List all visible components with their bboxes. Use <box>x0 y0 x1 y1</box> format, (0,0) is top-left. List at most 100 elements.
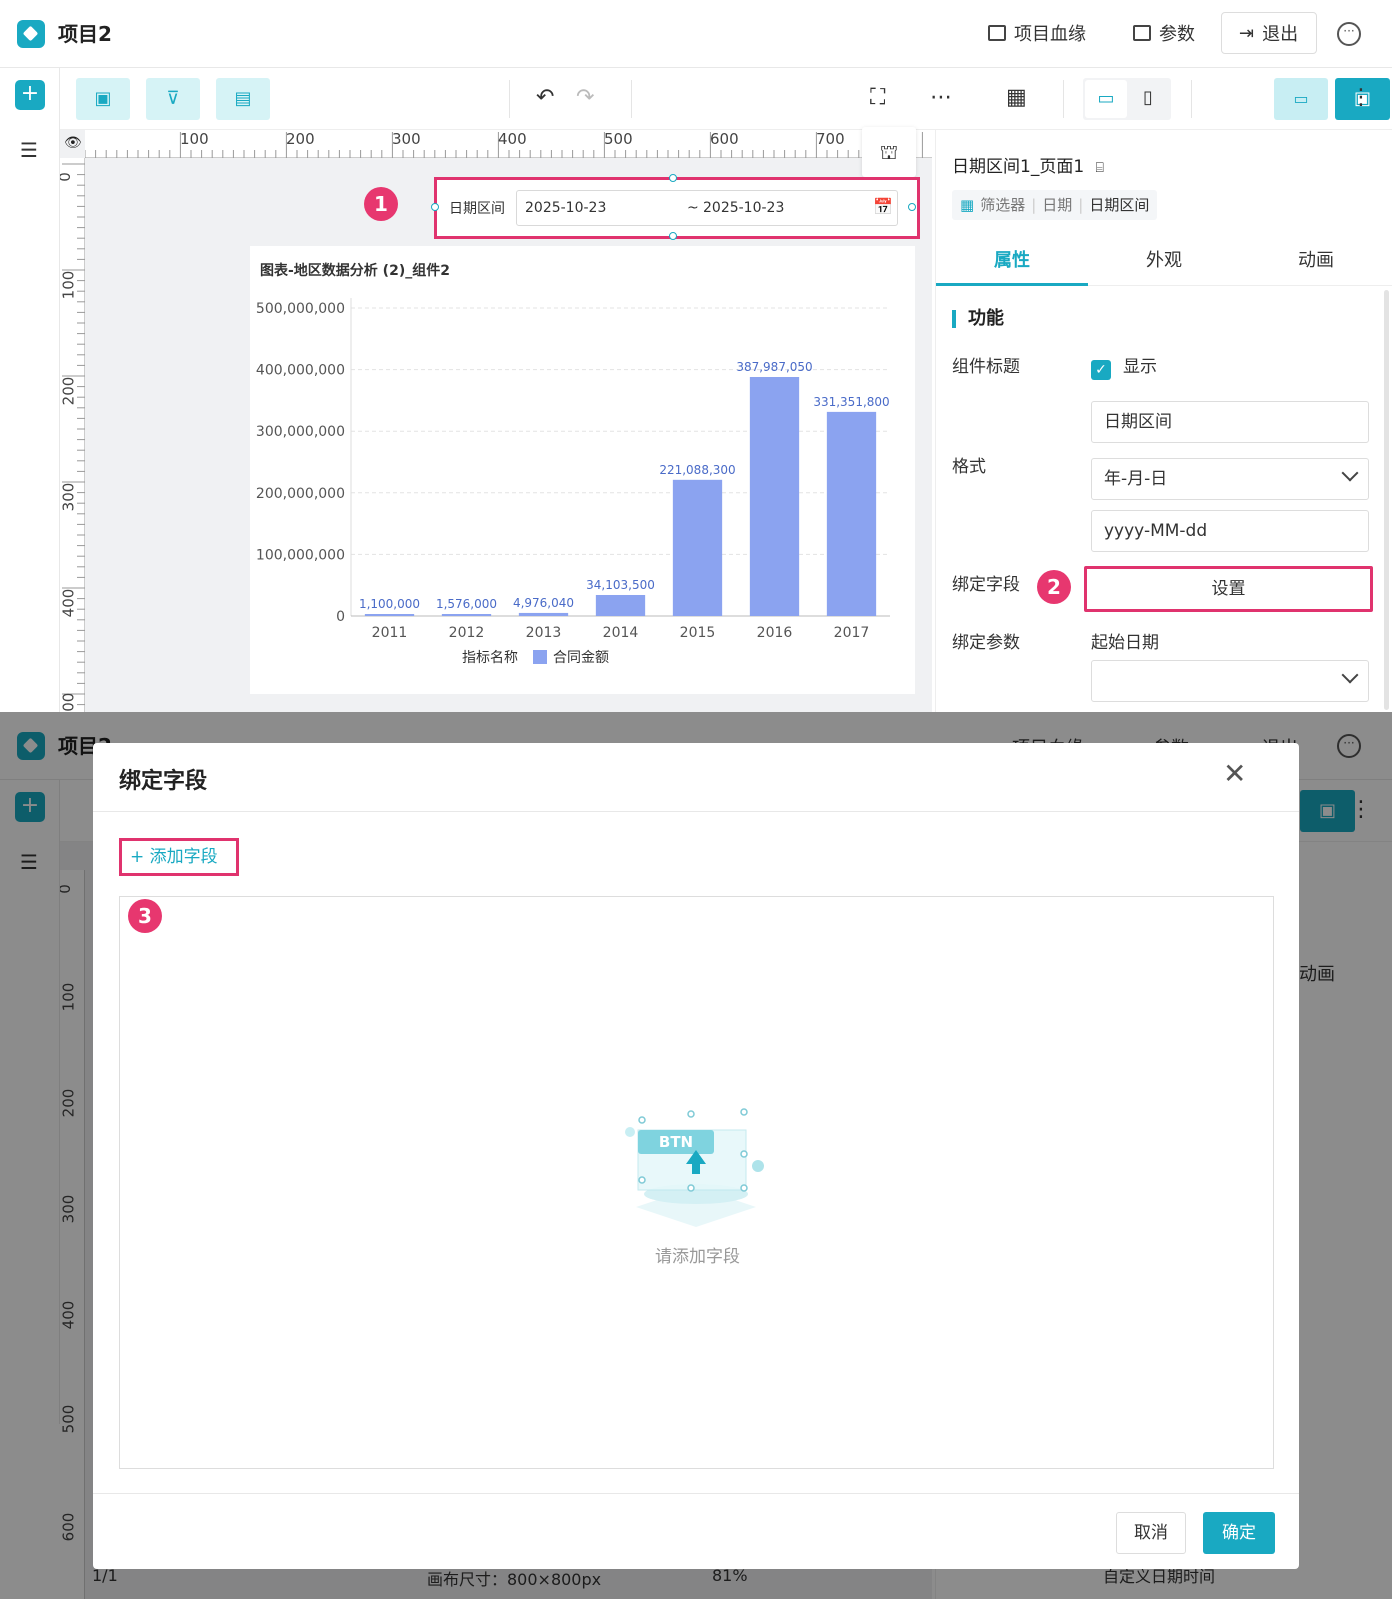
properties-panel: 日期区间1_页面1 ⌸ ▦ 筛选器 | 日期 | 日期区间 属性 外观 动画 功… <box>935 130 1392 712</box>
field-list-area: 3 BTN 请添加字段 <box>119 896 1274 1469</box>
bar-value-label: 1,100,000 <box>359 597 420 611</box>
ruler-v-ticks <box>62 163 85 706</box>
end-date-value: 2025-10-23 <box>703 200 785 216</box>
params-label: 参数 <box>1159 24 1195 45</box>
align-icon[interactable]: ⋯ <box>930 85 952 110</box>
undo-icon[interactable]: ↶ <box>536 85 554 110</box>
ruler-label: 400 <box>60 588 78 618</box>
bind-param-label: 绑定参数 <box>952 633 1020 653</box>
exit-icon: ⇥ <box>1239 22 1255 44</box>
empty-state-illustration: BTN <box>625 1108 764 1227</box>
breadcrumb-item: 日期 <box>1042 196 1073 214</box>
component-toolbox-icon[interactable]: ⛫ <box>862 127 916 177</box>
bar-value-label: 4,976,040 <box>513 596 574 610</box>
y-tick-label: 200,000,000 <box>256 486 345 502</box>
preview-icon[interactable]: ▭ <box>1274 78 1328 120</box>
start-date-label: 起始日期 <box>1091 633 1159 653</box>
start-date-param-select[interactable] <box>1091 660 1369 702</box>
x-tick-label: 2015 <box>680 625 716 641</box>
add-chart-icon[interactable]: ▣ <box>76 78 130 120</box>
properties-tabs: 属性 外观 动画 <box>936 240 1392 286</box>
component-name: 日期区间1_页面1 <box>952 157 1085 177</box>
add-field-button[interactable]: + 添加字段 <box>119 838 239 876</box>
redo-icon[interactable]: ↷ <box>576 85 594 110</box>
section-title-function: 功能 <box>952 310 1004 328</box>
step-badge-1: 1 <box>364 187 398 221</box>
tab-properties[interactable]: 属性 <box>936 240 1088 286</box>
ruler-label: 100 <box>180 130 209 148</box>
resize-handle[interactable] <box>908 203 916 211</box>
toolbar-more-icon[interactable]: ⋮ <box>1350 85 1372 110</box>
rename-icon[interactable]: ⌸ <box>1096 160 1104 176</box>
outline-list-icon[interactable]: ☰ <box>20 138 38 162</box>
panel-scrollbar[interactable] <box>1384 290 1389 710</box>
component-name-row: 日期区间1_页面1 ⌸ <box>952 152 1104 177</box>
set-bind-field-button[interactable]: 设置 <box>1084 566 1373 612</box>
bar <box>595 594 646 616</box>
top-header: 项目2 项目血缘 参数 ⇥ 退出 ··· <box>0 0 1392 68</box>
range-separator: ~ <box>687 200 699 216</box>
bar-value-label: 331,351,800 <box>813 395 889 409</box>
tab-animation[interactable]: 动画 <box>1240 240 1392 286</box>
breadcrumb-item: 日期区间 <box>1089 196 1150 214</box>
desktop-mode-icon[interactable]: ▭ <box>1085 80 1127 118</box>
x-tick-label: 2017 <box>834 625 870 641</box>
show-title-checkbox[interactable]: ✓ <box>1091 360 1111 380</box>
empty-hint: 请添加字段 <box>655 1247 740 1267</box>
lineage-button[interactable]: 项目血缘 <box>988 20 1086 46</box>
exit-button-content[interactable]: ⇥ 退出 <box>1239 20 1298 46</box>
date-range-label: 日期区间 <box>449 201 505 217</box>
dialog-footer-divider <box>93 1493 1299 1494</box>
toolbar-divider <box>1063 80 1064 118</box>
confirm-button[interactable]: 确定 <box>1203 1512 1275 1554</box>
resize-handle[interactable] <box>669 232 677 240</box>
format-select-value: 年-月-日 <box>1104 469 1168 489</box>
mobile-mode-icon[interactable]: ▯ <box>1143 87 1153 108</box>
y-tick-label: 0 <box>336 609 345 625</box>
component-title-input[interactable]: 日期区间 <box>1091 401 1369 443</box>
x-tick-label: 2012 <box>449 625 485 641</box>
legend-title: 指标名称 <box>462 650 518 666</box>
app-logo-icon <box>17 20 45 48</box>
bar-value-label: 387,987,050 <box>736 360 812 374</box>
ruler-label: 600 <box>710 130 739 148</box>
breadcrumb-sep: | <box>1078 196 1084 214</box>
bar-value-label: 221,088,300 <box>659 463 735 477</box>
bar <box>826 411 877 616</box>
ruler-label: 100 <box>60 270 78 300</box>
tab-appearance[interactable]: 外观 <box>1088 240 1240 286</box>
close-icon[interactable]: ✕ <box>1223 757 1246 790</box>
params-icon <box>1133 25 1151 41</box>
exit-label: 退出 <box>1262 24 1299 45</box>
resize-handle[interactable] <box>669 174 677 182</box>
x-tick-label: 2014 <box>603 625 639 641</box>
bar <box>518 612 569 616</box>
format-select[interactable]: 年-月-日 <box>1091 458 1369 500</box>
style-brush-icon[interactable]: ⛶ <box>870 85 885 110</box>
resize-handle[interactable] <box>431 203 439 211</box>
breadcrumb-sep: | <box>1031 196 1037 214</box>
ruler-label: 0 <box>60 172 74 182</box>
bar <box>441 614 492 616</box>
add-table-icon[interactable]: ▤ <box>216 78 270 120</box>
bar-chart-component[interactable]: 图表-地区数据分析 (2)_组件2 0 100,000,000 200,000,00… <box>250 246 915 694</box>
illustration-btn-text: BTN <box>659 1133 693 1151</box>
bar <box>672 479 723 616</box>
add-filter-icon[interactable]: ⊽ <box>146 78 200 120</box>
cancel-button[interactable]: 取消 <box>1116 1512 1186 1554</box>
chevron-down-icon <box>1341 666 1359 684</box>
add-component-icon[interactable]: + <box>15 80 45 110</box>
date-range-component[interactable]: 日期区间 2025-10-23 ~ 2025-10-23 📅 <box>431 174 920 240</box>
ruler-label: 300 <box>392 130 421 148</box>
toolbar-divider <box>1191 80 1192 118</box>
date-range-input[interactable]: 2025-10-23 ~ 2025-10-23 📅 <box>516 190 898 226</box>
bind-field-screen: 项目2 项目血缘 参数 退出 ··· + ☰ ▣ ⋮ 0 100 200 300… <box>0 712 1392 1599</box>
calendar-icon[interactable]: 📅 <box>873 197 893 216</box>
layout-icon[interactable]: ▦ <box>1006 85 1027 110</box>
dialog-title: 绑定字段 <box>119 769 208 794</box>
ruler-label: 500 <box>604 130 633 148</box>
params-button[interactable]: 参数 <box>1133 20 1195 46</box>
date-pattern-input[interactable]: yyyy-MM-dd <box>1091 510 1369 552</box>
more-options-icon[interactable]: ··· <box>1337 22 1361 46</box>
visibility-eye-icon[interactable]: 👁 <box>64 135 82 151</box>
